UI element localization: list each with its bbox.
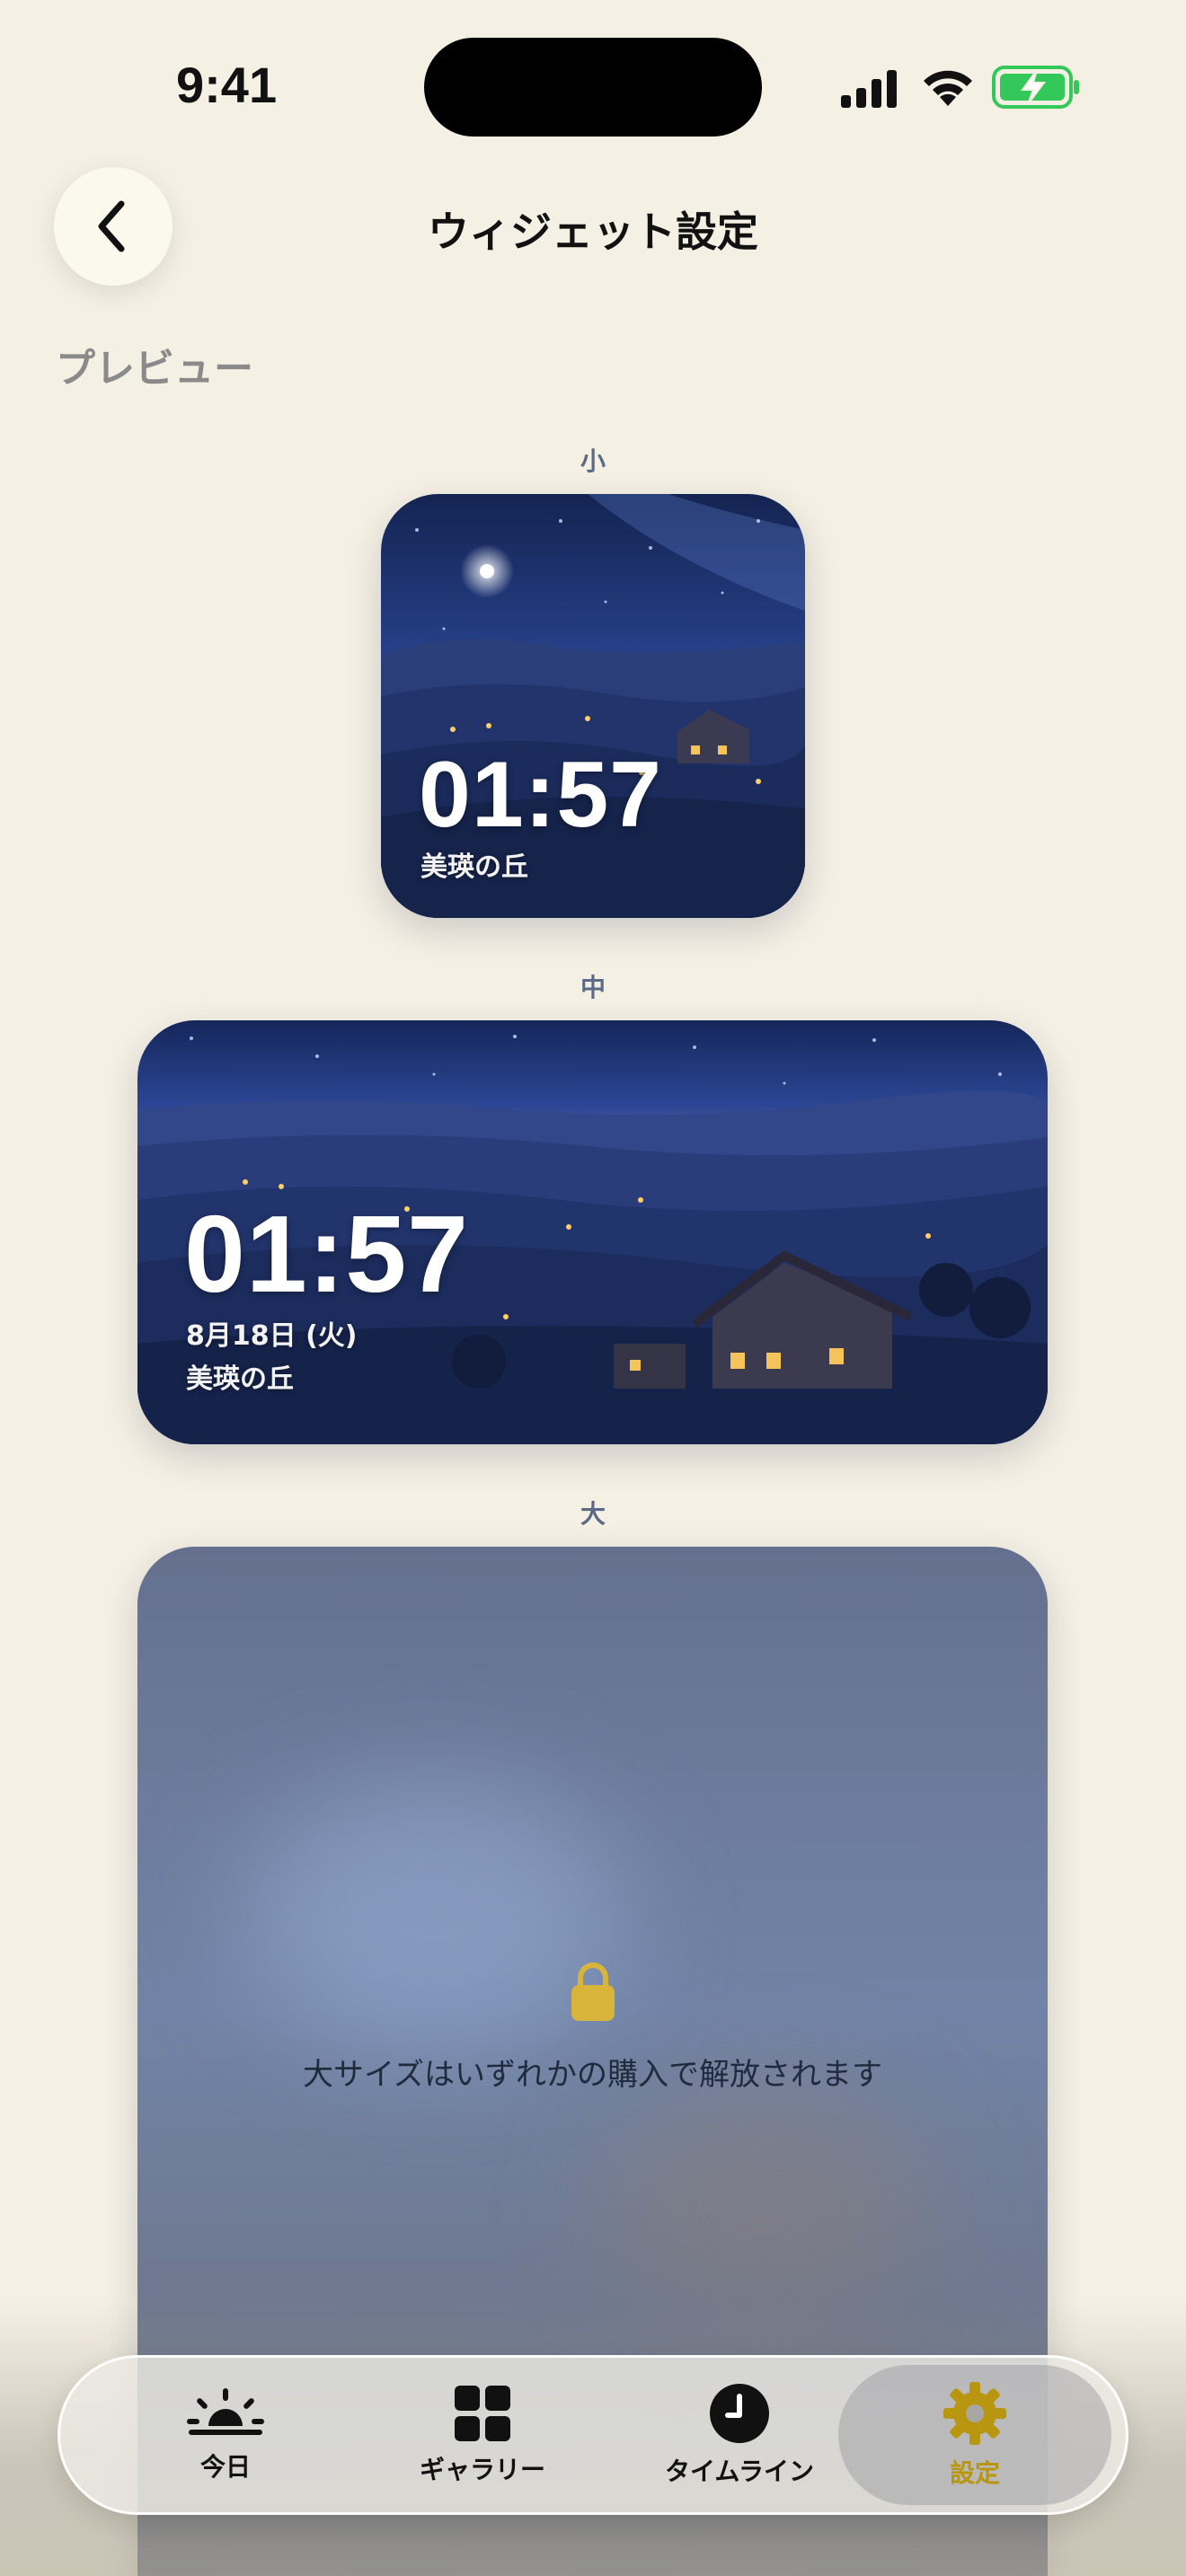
tab-settings[interactable]: 設定 <box>838 2365 1111 2505</box>
lock-icon <box>571 1963 615 2021</box>
tab-today[interactable]: 今日 <box>100 2358 351 2512</box>
page-title: ウィジェット設定 <box>428 207 758 256</box>
size-label-large: 大 <box>580 1499 606 1529</box>
widget-location: 美瑛の丘 <box>186 1363 294 1395</box>
tab-timeline[interactable]: タイムライン <box>614 2358 865 2512</box>
status-bar: 9:41 <box>0 0 1186 171</box>
widget-time: 01:57 <box>419 743 662 847</box>
widget-date: 8月18日 (火) <box>186 1320 358 1352</box>
status-time: 9:41 <box>176 57 278 113</box>
cellular-signal-icon <box>841 70 897 108</box>
grid-icon <box>455 2386 510 2441</box>
size-label-medium: 中 <box>580 973 606 1002</box>
tab-bar: 今日 ギャラリー タイムライン 設定 <box>58 2355 1128 2515</box>
clock-icon <box>710 2384 769 2443</box>
widget-preview-small[interactable]: 01:57 美瑛の丘 <box>381 494 805 918</box>
widget-location: 美瑛の丘 <box>420 851 528 883</box>
locked-message: 大サイズはいずれかの購入で解放されます <box>303 2057 882 2093</box>
section-title-preview: プレビュー <box>56 346 253 392</box>
battery-charging-icon <box>992 66 1079 109</box>
size-label-small: 小 <box>580 446 606 476</box>
tab-gallery[interactable]: ギャラリー <box>357 2358 608 2512</box>
widget-preview-medium[interactable]: 01:57 8月18日 (火) 美瑛の丘 <box>137 1020 1048 1444</box>
wifi-icon <box>924 70 972 106</box>
widget-time: 01:57 <box>184 1193 470 1315</box>
tab-label: 設定 <box>949 2458 1000 2488</box>
dynamic-island <box>424 38 762 137</box>
tab-label: 今日 <box>199 2452 251 2482</box>
blur-highlight <box>605 2086 928 2319</box>
tab-label: タイムライン <box>664 2457 815 2486</box>
tab-label: ギャラリー <box>419 2455 545 2484</box>
sunrise-icon <box>187 2388 264 2435</box>
blur-highlight <box>245 1780 623 2050</box>
gear-icon <box>943 2382 1006 2445</box>
